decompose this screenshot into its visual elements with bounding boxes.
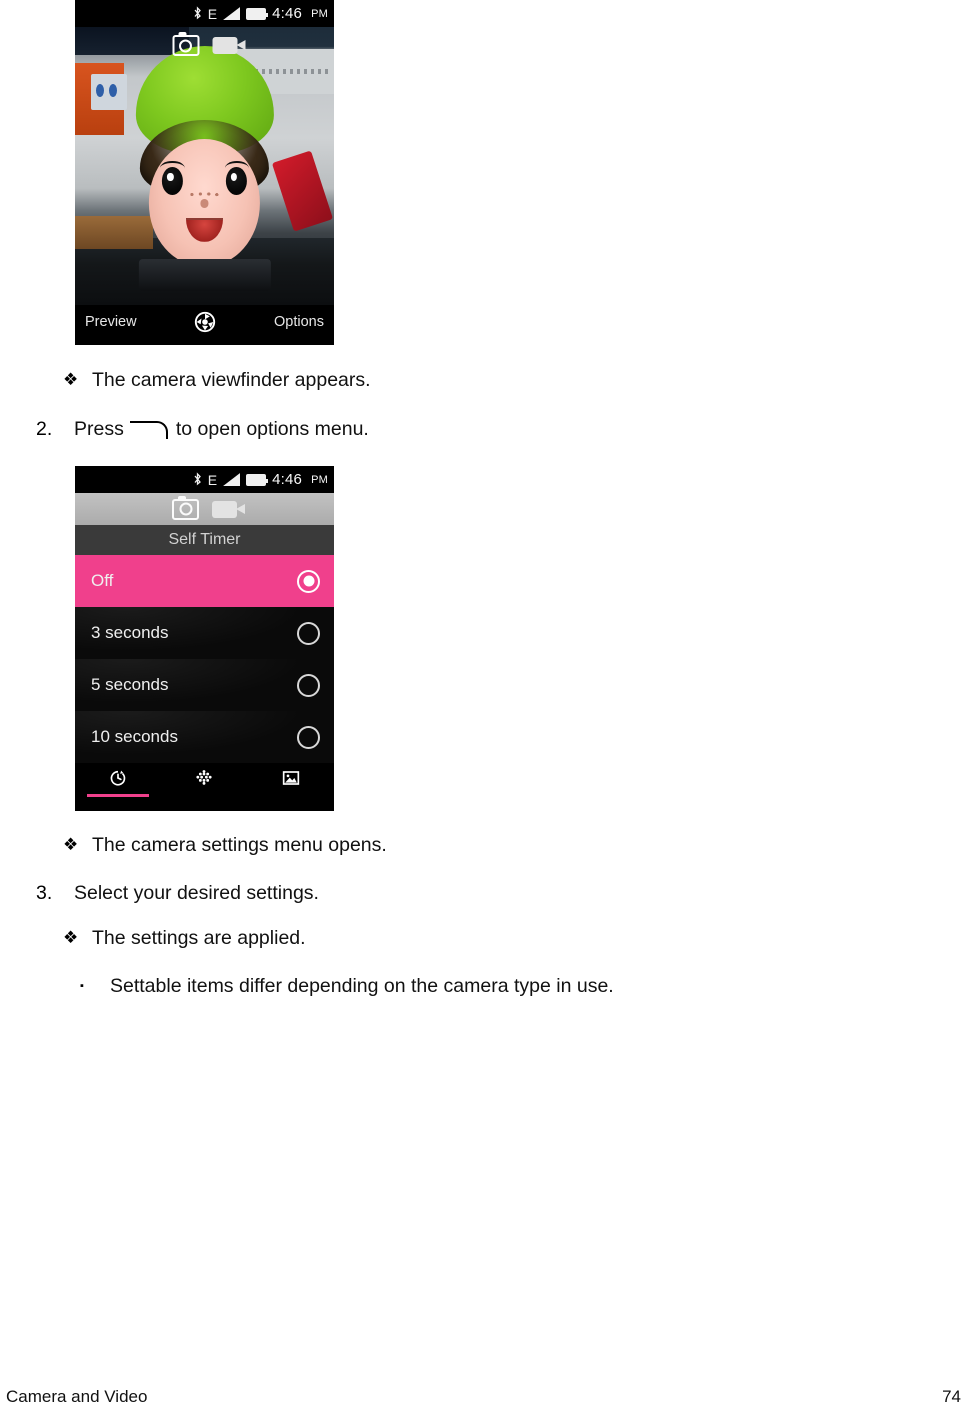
- bullet-diamond-icon: ❖: [63, 835, 79, 854]
- status-bar-icons: E 4:46 PM: [193, 5, 328, 22]
- tab-effects[interactable]: [161, 763, 247, 797]
- battery-icon: [246, 473, 269, 486]
- status-bar: E 4:46 PM: [75, 0, 334, 27]
- bullet-diamond-icon: ❖: [63, 928, 79, 947]
- step-2-text: Press to open options menu.: [74, 417, 369, 441]
- footer-page-number: 74: [942, 1387, 961, 1406]
- option-row-3-seconds[interactable]: 3 seconds: [75, 607, 334, 659]
- shutter-aperture-icon[interactable]: [194, 311, 215, 333]
- scene-blue-box: [90, 74, 127, 111]
- options-button[interactable]: Options: [274, 314, 324, 330]
- step-3-number: 3.: [36, 882, 53, 904]
- toy-mouth: [185, 218, 224, 242]
- toy-face: [148, 139, 261, 267]
- option-label: 3 seconds: [91, 623, 169, 642]
- clock-time: 4:46: [272, 471, 303, 488]
- bluetooth-icon: [193, 6, 202, 21]
- network-type-label: E: [207, 471, 218, 488]
- footer-section-label: Camera and Video: [6, 1387, 148, 1406]
- menu-key-icon: [129, 419, 170, 439]
- viewfinder-preview: [75, 27, 334, 305]
- clock-ampm: PM: [311, 7, 328, 20]
- status-bar-icons: E 4:46 PM: [193, 471, 328, 488]
- clock-time: 4:46: [272, 5, 303, 22]
- plush-toy-subject: [129, 46, 279, 292]
- scene-image-icon: [281, 768, 301, 793]
- option-row-5-seconds[interactable]: 5 seconds: [75, 659, 334, 711]
- tab-scene[interactable]: [248, 763, 334, 797]
- camera-icon[interactable]: [172, 495, 199, 520]
- signal-bars-icon: [223, 7, 241, 20]
- toy-eye-left: [162, 167, 184, 196]
- toy-freckles: [188, 191, 221, 197]
- bluetooth-icon: [193, 472, 202, 487]
- step-2-text-before: Press: [74, 418, 124, 440]
- settings-tab-bar: [75, 763, 334, 797]
- self-timer-icon: [108, 768, 128, 793]
- toy-nose: [200, 199, 209, 209]
- option-label: 5 seconds: [91, 675, 169, 694]
- scene-keyboard: [138, 259, 271, 292]
- preview-button[interactable]: Preview: [85, 314, 137, 330]
- network-type-label: E: [207, 5, 218, 22]
- signal-bars-icon: [223, 473, 241, 486]
- callout-settings-applied: The settings are applied.: [92, 927, 306, 949]
- callout-settings-menu-opens: The camera settings menu opens.: [92, 834, 387, 856]
- step-2-text-after: to open options menu.: [175, 418, 369, 440]
- toy-eye-right: [225, 167, 247, 196]
- settings-menu-title: Self Timer: [75, 525, 334, 555]
- video-camera-icon[interactable]: [212, 37, 245, 54]
- video-camera-icon[interactable]: [212, 500, 245, 518]
- step-2-number: 2.: [36, 418, 53, 440]
- camera-viewfinder-screenshot: E 4:46 PM Preview Options: [75, 0, 334, 345]
- option-row-10-seconds[interactable]: 10 seconds: [75, 711, 334, 763]
- bullet-diamond-icon: ❖: [63, 370, 79, 389]
- radio-button[interactable]: [297, 621, 320, 645]
- settings-mode-toggle[interactable]: [75, 493, 334, 525]
- bullet-square-icon: ▪: [80, 980, 84, 992]
- option-label: Off: [91, 571, 114, 590]
- camera-settings-screenshot: E 4:46 PM Self Timer Off 3 seconds 5 sec…: [75, 466, 334, 811]
- status-bar: E 4:46 PM: [75, 466, 334, 493]
- battery-icon: [246, 7, 269, 20]
- radio-button-selected[interactable]: [297, 569, 320, 593]
- viewfinder-mode-toggle[interactable]: [172, 32, 245, 56]
- clock-ampm: PM: [311, 473, 328, 486]
- radio-button[interactable]: [297, 725, 320, 749]
- effects-grid-icon: [194, 768, 214, 793]
- viewfinder-bottom-bar: Preview Options: [75, 305, 334, 339]
- step-3-text: Select your desired settings.: [74, 882, 319, 904]
- option-row-off[interactable]: Off: [75, 555, 334, 607]
- radio-button[interactable]: [297, 673, 320, 697]
- camera-icon[interactable]: [172, 32, 199, 56]
- tab-self-timer[interactable]: [75, 763, 161, 797]
- callout-viewfinder-appears: The camera viewfinder appears.: [92, 369, 371, 391]
- note-settable-items: Settable items differ depending on the c…: [110, 975, 614, 997]
- option-label: 10 seconds: [91, 727, 178, 746]
